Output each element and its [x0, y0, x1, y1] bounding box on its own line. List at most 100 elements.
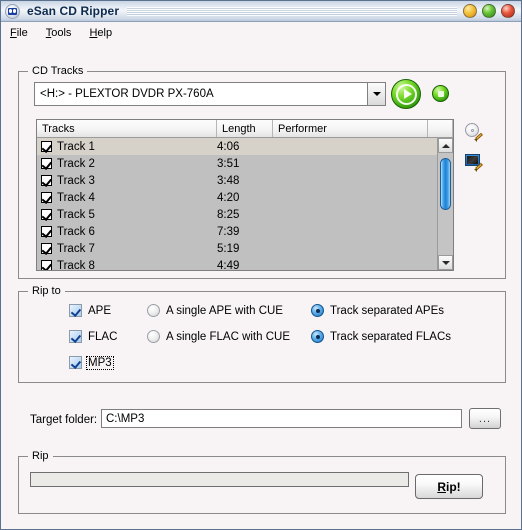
rip-to-group-label: Rip to [28, 285, 65, 297]
edit-track-info-button[interactable] [465, 153, 484, 172]
table-row[interactable]: Track 4 4:20 [37, 189, 453, 206]
rip-button-rest: ip! [446, 479, 461, 494]
menu-bar: File Tools Help [1, 22, 521, 43]
rip-button-accel: R [437, 479, 446, 494]
table-row[interactable]: Track 8 4:49 [37, 257, 453, 270]
window-title: eSan CD Ripper [27, 4, 120, 18]
radio-separated-apes[interactable]: Track separated APEs [311, 304, 444, 317]
browse-folder-button[interactable]: ... [469, 408, 501, 429]
track-list-scrollbar[interactable] [437, 138, 453, 270]
radio-single-flac-cue-label: A single FLAC with CUE [166, 330, 290, 343]
track-name: Track 4 [57, 191, 95, 204]
checkbox-flac[interactable]: FLAC [69, 330, 117, 343]
menu-help[interactable]: Help [80, 25, 121, 41]
table-row[interactable]: Track 5 8:25 [37, 206, 453, 223]
track-length: 8:25 [217, 208, 240, 221]
table-row[interactable]: Track 3 3:48 [37, 172, 453, 189]
title-bar: eSan CD Ripper [1, 1, 521, 22]
checkbox-ape-box[interactable] [69, 304, 82, 317]
track-name: Track 6 [57, 225, 95, 238]
stop-icon [437, 90, 444, 97]
track-checkbox[interactable] [41, 243, 52, 254]
maximize-button[interactable] [482, 4, 496, 18]
scrollbar-thumb[interactable] [440, 158, 451, 210]
track-checkbox[interactable] [41, 175, 52, 186]
radio-single-flac-cue-button[interactable] [147, 330, 160, 343]
target-folder-input[interactable]: C:\MP3 [101, 409, 462, 428]
track-list-body[interactable]: Track 1 4:06 Track 2 3:51 Track 3 3:48 Track 4… [37, 138, 453, 270]
track-name: Track 5 [57, 208, 95, 221]
radio-separated-apes-label: Track separated APEs [330, 304, 444, 317]
drive-select-value: <H:> - PLEXTOR DVDR PX-760A [40, 88, 214, 100]
rip-group-label: Rip [28, 450, 53, 462]
menu-tools[interactable]: Tools [37, 25, 81, 41]
pencil-icon [474, 132, 484, 142]
app-cd-icon [5, 3, 20, 19]
play-button[interactable] [391, 79, 421, 109]
checkbox-mp3-box[interactable] [69, 356, 82, 369]
rip-progress-bar [30, 472, 409, 487]
track-name: Track 1 [57, 140, 95, 153]
minimize-button[interactable] [463, 4, 477, 18]
pencil-icon [474, 162, 484, 172]
track-length: 7:39 [217, 225, 240, 238]
scrollbar-track[interactable] [438, 153, 453, 255]
track-checkbox[interactable] [41, 192, 52, 203]
radio-separated-flacs-label: Track separated FLACs [330, 330, 452, 343]
radio-single-ape-cue-label: A single APE with CUE [166, 304, 283, 317]
track-name: Track 3 [57, 174, 95, 187]
radio-single-flac-cue[interactable]: A single FLAC with CUE [147, 330, 290, 343]
track-list-header: Tracks Length Performer [37, 120, 453, 138]
checkbox-ape-label: APE [88, 304, 112, 317]
chevron-down-icon[interactable] [367, 83, 385, 105]
checkbox-flac-box[interactable] [69, 330, 82, 343]
table-row[interactable]: Track 7 5:19 [37, 240, 453, 257]
target-folder-label: Target folder: [30, 414, 98, 426]
track-length: 4:06 [217, 140, 240, 153]
drive-select[interactable]: <H:> - PLEXTOR DVDR PX-760A [34, 82, 386, 106]
track-checkbox[interactable] [41, 260, 52, 270]
column-header-tracks[interactable]: Tracks [37, 120, 217, 137]
checkbox-mp3-label: MP3 [86, 355, 114, 370]
checkbox-mp3[interactable]: MP3 [69, 355, 114, 370]
radio-separated-flacs[interactable]: Track separated FLACs [311, 330, 451, 343]
rip-button[interactable]: Rip! [415, 474, 483, 499]
radio-separated-apes-button[interactable] [311, 304, 324, 317]
radio-single-ape-cue[interactable]: A single APE with CUE [147, 304, 283, 317]
track-length: 4:49 [217, 259, 240, 271]
track-length: 5:19 [217, 242, 240, 255]
track-length: 4:20 [217, 191, 240, 204]
edit-cd-info-button[interactable] [465, 123, 484, 142]
track-checkbox[interactable] [41, 158, 52, 169]
column-header-length[interactable]: Length [217, 120, 273, 137]
menu-tools-rest: ools [51, 26, 72, 39]
menu-help-rest: elp [97, 26, 113, 39]
menu-file[interactable]: File [1, 25, 37, 41]
triangle-up-icon[interactable] [438, 138, 453, 153]
track-checkbox[interactable] [41, 209, 52, 220]
radio-single-ape-cue-button[interactable] [147, 304, 160, 317]
checkbox-flac-label: FLAC [88, 330, 118, 343]
menu-file-rest: ile [16, 26, 28, 39]
table-row[interactable]: Track 2 3:51 [37, 155, 453, 172]
triangle-down-icon[interactable] [438, 255, 453, 270]
column-header-performer[interactable]: Performer [273, 120, 428, 137]
column-header-filler [428, 120, 453, 137]
checkbox-ape[interactable]: APE [69, 304, 111, 317]
track-name: Track 2 [57, 157, 95, 170]
track-checkbox[interactable] [41, 226, 52, 237]
track-name: Track 8 [57, 259, 95, 271]
track-name: Track 7 [57, 242, 95, 255]
radio-separated-flacs-button[interactable] [311, 330, 324, 343]
cd-tracks-group-label: CD Tracks [28, 65, 88, 77]
table-row[interactable]: Track 6 7:39 [37, 223, 453, 240]
track-list[interactable]: Tracks Length Performer Track 1 4:06 Track 2… [36, 119, 454, 271]
track-checkbox[interactable] [41, 141, 52, 152]
window-controls [463, 4, 515, 18]
title-bar-stripes [127, 6, 457, 16]
close-button[interactable] [501, 4, 515, 18]
table-row[interactable]: Track 1 4:06 [37, 138, 453, 155]
stop-button[interactable] [432, 85, 449, 102]
track-length: 3:51 [217, 157, 240, 170]
track-length: 3:48 [217, 174, 240, 187]
